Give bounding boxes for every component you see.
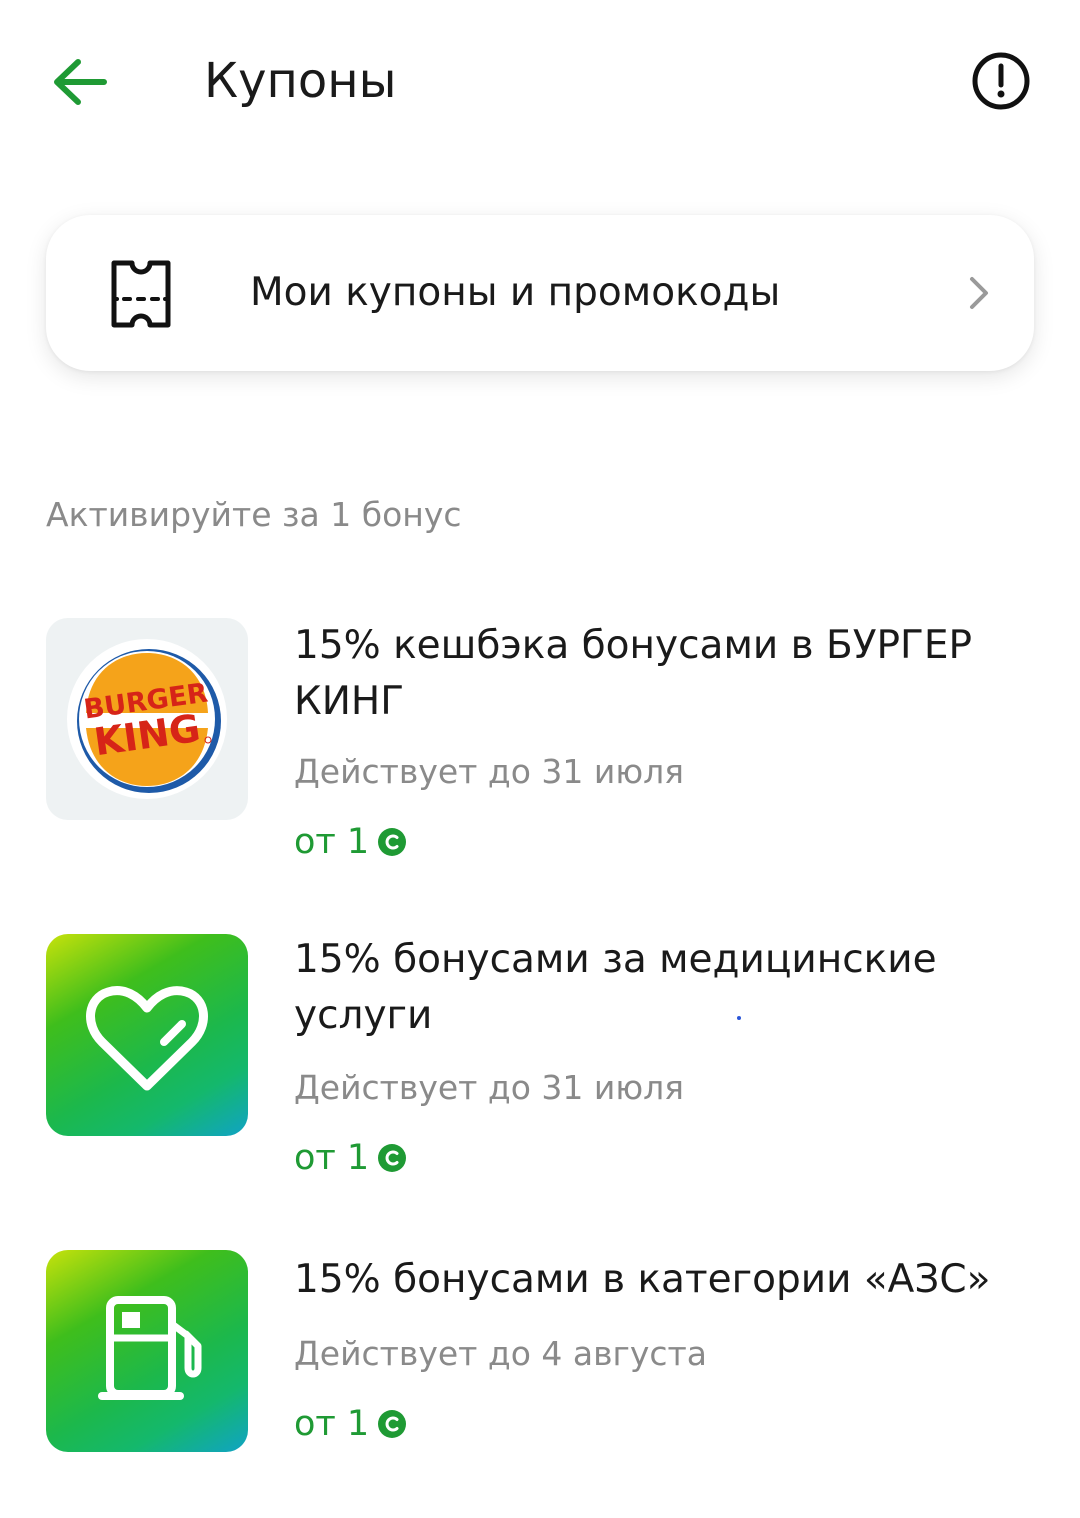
- bonus-coin-icon: [378, 1410, 407, 1438]
- heart-icon: [86, 986, 208, 1091]
- offer-title: 15% кешбэка бонусами в БУРГЕР КИНГ: [294, 623, 972, 724]
- my-coupons-label: Мои купоны и промокоды: [250, 270, 781, 315]
- offer-validity: Действует до 4 августа: [294, 1334, 707, 1373]
- offer-title: 15% бонусами за медицинские услуги: [294, 937, 937, 1038]
- offer-price-label: от 1: [294, 1138, 370, 1178]
- offer-title: 15% бонусами в категории «АЗС»: [294, 1257, 991, 1302]
- offer-price: от 1: [294, 1136, 407, 1180]
- offer-item-burger-king[interactable]: BURGER KING 15% кешбэка бонусами в БУРГЕ…: [46, 618, 1034, 868]
- back-button[interactable]: [40, 42, 120, 122]
- offer-price: от 1: [294, 1402, 407, 1446]
- heart-tile: [46, 934, 248, 1136]
- burger-king-logo: BURGER KING: [46, 618, 248, 820]
- bonus-coin-icon: [378, 1144, 407, 1172]
- arrow-left-icon: [54, 59, 107, 105]
- offer-validity: Действует до 31 июля: [294, 752, 685, 791]
- offer-item-medical[interactable]: 15% бонусами за медицинские услуги Дейст…: [46, 934, 1034, 1184]
- offer-price: от 1: [294, 820, 407, 864]
- ticket-icon: [111, 260, 171, 328]
- page-title: Купоны: [204, 53, 397, 109]
- info-button[interactable]: [962, 42, 1040, 120]
- chevron-right-icon: [970, 277, 988, 309]
- fuel-tile: [46, 1250, 248, 1452]
- stray-dot: [737, 1016, 741, 1020]
- section-title: Активируйте за 1 бонус: [46, 495, 462, 534]
- my-coupons-card[interactable]: Мои купоны и промокоды: [46, 215, 1034, 371]
- offer-item-fuel[interactable]: 15% бонусами в категории «АЗС» Действует…: [46, 1250, 1034, 1460]
- fuel-pump-icon: [98, 1296, 202, 1400]
- offer-price-label: от 1: [294, 1404, 370, 1444]
- exclamation-circle-icon: [972, 52, 1030, 110]
- offer-price-label: от 1: [294, 822, 370, 862]
- offer-validity: Действует до 31 июля: [294, 1068, 685, 1107]
- bonus-coin-icon: [378, 828, 407, 856]
